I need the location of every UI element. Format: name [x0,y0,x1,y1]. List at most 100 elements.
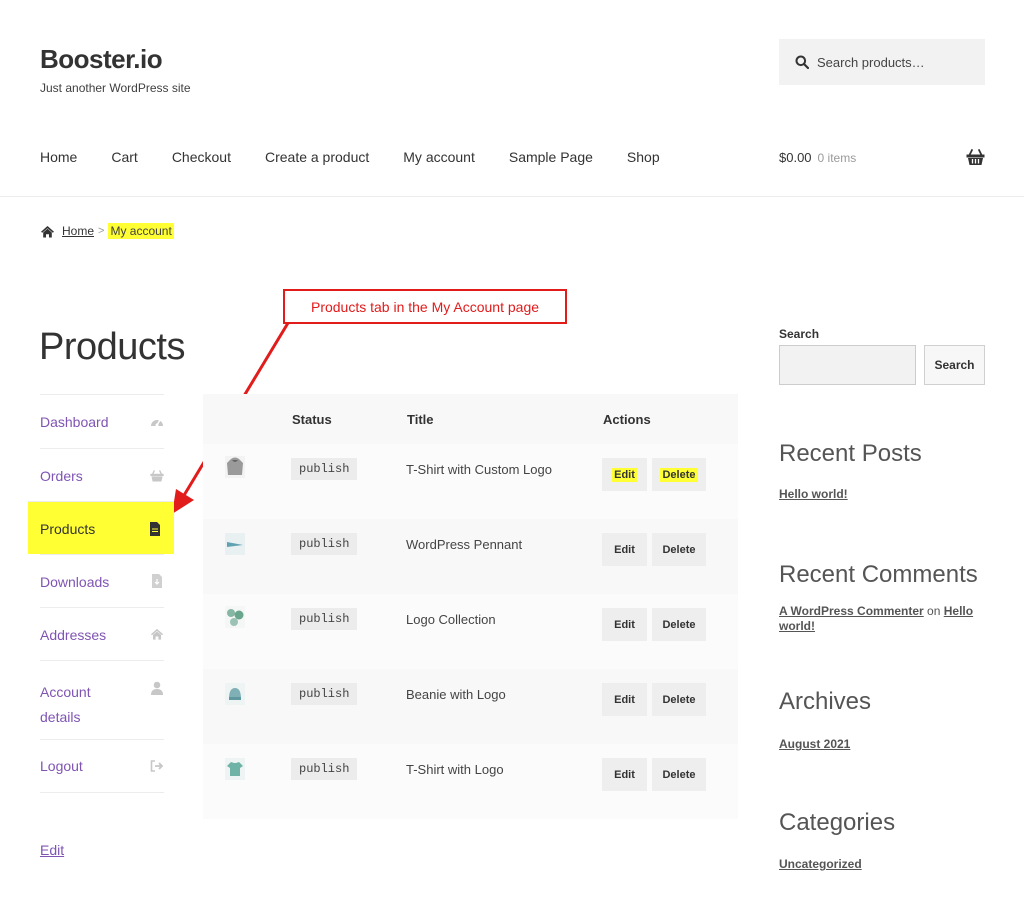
product-search-box[interactable] [779,39,985,85]
basket-icon[interactable] [966,149,985,166]
cart-count: 0 items [817,151,857,165]
edit-product-button[interactable]: Edit [602,683,647,716]
comment-post-link[interactable]: Hello [944,604,973,618]
header-cart[interactable]: $0.00 0 items [779,150,856,165]
home-icon [41,225,54,237]
table-header: Status Title Actions [203,394,738,444]
account-nav-account-details[interactable]: Account details [40,660,164,739]
nav-sample-page[interactable]: Sample Page [509,149,593,165]
breadcrumb: Home > My account [40,223,174,239]
file-download-icon [152,574,162,588]
nav-create-product[interactable]: Create a product [265,149,369,165]
nav-checkout[interactable]: Checkout [172,149,231,165]
recent-comment-item: A WordPress Commenter on Hello world! [779,604,989,634]
products-table: Status Title Actions publish T-Shirt wit… [203,394,738,819]
comment-author-link[interactable]: A WordPress Commenter [779,604,924,618]
table-row: publish T-Shirt with Logo Edit Delete [203,744,738,819]
table-row: publish T-Shirt with Custom Logo Edit De… [203,444,738,519]
hoodie-thumbnail [225,456,245,478]
delete-product-button[interactable]: Delete [652,458,706,491]
delete-product-button[interactable]: Delete [652,533,706,566]
edit-button-label: Edit [612,467,637,482]
product-search-input[interactable] [817,54,967,70]
account-navigation: Dashboard Orders Products Downloads Addr… [28,394,174,793]
account-nav-products[interactable]: Products [28,501,174,554]
account-nav-bottom-divider [40,792,164,793]
edit-product-button[interactable]: Edit [602,533,647,566]
status-badge: publish [291,458,358,480]
comment-post-link-continued[interactable]: world! [779,619,815,633]
account-nav-label: Addresses [40,627,107,643]
account-nav-label: Orders [40,468,83,484]
account-nav-addresses[interactable]: Addresses [40,607,164,660]
table-row: publish Logo Collection Edit Delete [203,594,738,669]
account-nav-downloads[interactable]: Downloads [40,554,164,607]
archive-item: August 2021 [779,737,850,751]
basket-icon [150,470,164,482]
delete-product-button[interactable]: Delete [652,608,706,641]
table-row: publish Beanie with Logo Edit Delete [203,669,738,744]
archive-link[interactable]: August 2021 [779,737,850,751]
sidebar-search-button[interactable]: Search [924,345,985,385]
delete-product-button[interactable]: Delete [652,758,706,791]
delete-button-label: Delete [660,467,698,482]
sidebar-search-label: Search [779,327,820,341]
status-badge: publish [291,758,358,780]
beanie-thumbnail [225,683,245,705]
recent-post-link[interactable]: Hello world! [779,487,848,501]
breadcrumb-separator: > [98,225,105,237]
table-row: publish WordPress Pennant Edit Delete [203,519,738,594]
product-title: T-Shirt with Custom Logo [406,462,552,477]
sign-out-icon [150,760,164,772]
account-nav-dashboard[interactable]: Dashboard [40,394,164,448]
status-badge: publish [291,533,358,555]
search-icon [795,55,809,69]
edit-link[interactable]: Edit [40,842,64,858]
site-title[interactable]: Booster.io [40,44,163,75]
product-title: T-Shirt with Logo [406,762,504,777]
site-tagline: Just another WordPress site [40,81,191,95]
nav-cart[interactable]: Cart [111,149,137,165]
recent-comments-title: Recent Comments [779,561,978,588]
product-title: Logo Collection [406,612,496,627]
account-nav-label: Logout [40,758,83,774]
account-nav-label: Dashboard [40,414,109,430]
logo-collection-thumbnail [225,606,245,628]
cart-total: $0.00 [779,150,812,165]
tshirt-thumbnail [225,758,245,780]
categories-title: Categories [779,809,896,836]
page-title: Products [39,326,185,368]
account-nav-orders[interactable]: Orders [40,448,164,501]
breadcrumb-home-link[interactable]: Home [62,224,94,238]
sidebar-search-input[interactable] [779,345,916,385]
account-nav-label: Downloads [40,574,110,590]
home-icon [150,628,164,640]
pennant-thumbnail [225,533,245,555]
product-title: WordPress Pennant [406,537,523,552]
product-title: Beanie with Logo [406,687,506,702]
archives-title: Archives [779,688,872,715]
account-nav-label: Products [40,521,96,537]
dashboard-gauge-icon [151,419,163,427]
annotation-callout: Products tab in the My Account page [283,289,567,324]
account-nav-label: Account details [40,684,91,725]
delete-product-button[interactable]: Delete [652,683,706,716]
header-divider [0,196,1024,197]
nav-shop[interactable]: Shop [627,149,660,165]
account-nav-logout[interactable]: Logout [40,739,164,792]
file-icon [150,522,160,536]
nav-my-account[interactable]: My account [403,149,475,165]
edit-product-button[interactable]: Edit [602,758,647,791]
column-header-actions: Actions [603,412,651,427]
column-header-title: Title [407,412,434,427]
primary-navigation: Home Cart Checkout Create a product My a… [40,149,694,165]
breadcrumb-current: My account [108,223,174,239]
recent-post-item: Hello world! [779,487,848,501]
status-badge: publish [291,608,358,630]
edit-product-button[interactable]: Edit [602,458,647,491]
edit-product-button[interactable]: Edit [602,608,647,641]
nav-home[interactable]: Home [40,149,77,165]
category-link[interactable]: Uncategorized [779,857,862,871]
recent-posts-title: Recent Posts [779,440,922,467]
status-badge: publish [291,683,358,705]
